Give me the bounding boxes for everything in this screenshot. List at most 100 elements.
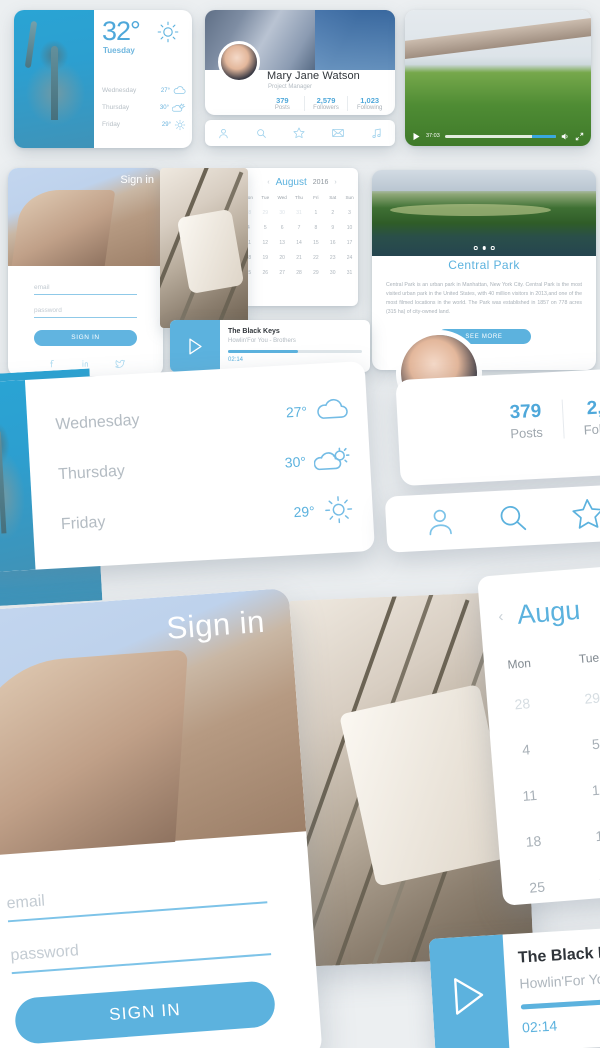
carousel-dots [473, 246, 495, 250]
volume-icon[interactable] [561, 132, 570, 141]
calendar-day[interactable]: 10 [341, 220, 358, 235]
calendar-day[interactable]: 31 [291, 205, 308, 220]
stat-followers: 2,579 Followers [303, 96, 348, 111]
facebook-icon[interactable] [47, 359, 56, 368]
calendar-day[interactable]: 19 [567, 810, 600, 861]
sun-cloud-icon [313, 446, 352, 474]
music-track: Howlin'For You - Brothers [228, 338, 296, 344]
chevron-left-icon[interactable]: ‹ [378, 262, 382, 277]
calendar-day[interactable]: 30 [324, 265, 341, 280]
person-icon[interactable] [424, 506, 456, 538]
calendar-day[interactable]: 19 [257, 250, 274, 265]
calendar-day[interactable]: 21 [291, 250, 308, 265]
calendar-day[interactable]: 14 [291, 235, 308, 250]
sun-icon [174, 119, 186, 131]
calendar-day[interactable]: 6 [274, 220, 291, 235]
cloud-icon [173, 86, 186, 95]
calendar-day[interactable]: 12 [257, 235, 274, 250]
star-icon[interactable] [570, 496, 600, 532]
calendar-month-large: Augu [516, 594, 582, 630]
calendar-card: chevron-left-icon ‹ August 2016 › Mon Tu… [240, 168, 358, 306]
calendar-day[interactable]: 9 [324, 220, 341, 235]
calendar-day[interactable]: 28 [486, 678, 559, 729]
music-progress-bar-large[interactable] [520, 996, 600, 1010]
calendar-week-row: 4 5 6 7 8 9 10 [240, 220, 358, 235]
stat-value: 1,023 [360, 96, 380, 105]
calendar-day[interactable]: 31 [341, 265, 358, 280]
calendar-day[interactable]: 28 [291, 265, 308, 280]
star-icon[interactable] [293, 127, 305, 139]
calendar-day[interactable]: 20 [274, 250, 291, 265]
liberty-photo [14, 10, 94, 148]
calendar-day[interactable]: 13 [274, 235, 291, 250]
calendar-day[interactable]: 26 [570, 856, 600, 906]
calendar-day[interactable]: 29 [555, 672, 600, 723]
calendar-day[interactable]: 27 [274, 265, 291, 280]
calendar-day[interactable]: 7 [291, 220, 308, 235]
person-icon[interactable] [218, 128, 229, 139]
calendar-day[interactable]: 23 [324, 250, 341, 265]
day-header: Sat [329, 195, 337, 200]
stat-value: 2,579 [586, 395, 600, 420]
signin-card: Sign in email password SIGN IN [8, 168, 163, 376]
password-field-large[interactable]: password [9, 928, 272, 975]
password-field[interactable]: password [34, 307, 137, 318]
calendar-day[interactable]: 3 [341, 205, 358, 220]
carousel-dot[interactable] [473, 246, 478, 250]
calendar-day[interactable]: 4 [489, 724, 562, 775]
play-icon[interactable] [412, 132, 421, 141]
envelope-icon[interactable] [332, 128, 344, 138]
calendar-day[interactable]: 2 [324, 205, 341, 220]
calendar-day[interactable]: 24 [341, 250, 358, 265]
video-progress-bar[interactable] [444, 134, 556, 138]
calendar-day[interactable]: 15 [307, 235, 324, 250]
video-controls: 37:03 [405, 126, 591, 146]
calendar-week-row: 25 26 27 28 29 30 31 [240, 265, 358, 280]
calendar-day[interactable]: 26 [257, 265, 274, 280]
music-progress-bar[interactable] [228, 350, 362, 353]
calendar-day[interactable]: 30 [274, 205, 291, 220]
calendar-day[interactable]: 1 [307, 205, 324, 220]
chevron-left-icon[interactable]: ‹ [498, 608, 504, 625]
calendar-day[interactable]: 8 [307, 220, 324, 235]
forecast-row: Friday 29° [102, 116, 186, 133]
twitter-icon[interactable] [114, 359, 125, 368]
music-note-icon[interactable] [371, 127, 382, 139]
calendar-day[interactable]: 12 [563, 764, 600, 815]
linkedin-icon[interactable] [81, 359, 90, 368]
weather-panel-large: Wednesday 27° Thursday 30° Friday 29° [0, 360, 375, 574]
stat-label: Followers [583, 419, 600, 438]
calendar-day[interactable]: 29 [257, 205, 274, 220]
day-header: Fri [313, 195, 319, 200]
stat-value: 2,579 [316, 96, 336, 105]
forecast-list: Wednesday 27° Thursday 30° Friday 29° [102, 82, 186, 133]
signin-button[interactable]: SIGN IN [34, 329, 137, 346]
forecast-day: Friday [102, 121, 121, 128]
calendar-day[interactable]: 25 [500, 861, 573, 905]
search-icon[interactable] [496, 501, 530, 535]
calendar-day[interactable]: 5 [559, 718, 600, 769]
signin-button-large[interactable]: SIGN IN [13, 980, 277, 1046]
fullscreen-icon[interactable] [575, 132, 584, 141]
central-park-title: Central Park [448, 258, 520, 272]
calendar-day[interactable]: 22 [307, 250, 324, 265]
chevron-right-icon[interactable]: › [586, 262, 590, 277]
music-artist: The Black Keys [228, 328, 280, 335]
calendar-day[interactable]: 11 [493, 770, 566, 821]
carousel-dot[interactable] [490, 246, 495, 250]
carousel-dot-active[interactable] [482, 246, 486, 250]
calendar-day[interactable]: 29 [307, 265, 324, 280]
day-header: Thu [295, 195, 303, 200]
stat-label: Following [357, 105, 383, 111]
email-field[interactable]: email [34, 284, 137, 295]
play-button-large[interactable] [428, 934, 510, 1048]
email-field-large[interactable]: email [6, 876, 268, 923]
chevron-right-icon[interactable]: › [334, 179, 336, 186]
play-button[interactable] [170, 320, 220, 372]
calendar-day[interactable]: 5 [257, 220, 274, 235]
calendar-day[interactable]: 17 [341, 235, 358, 250]
search-icon[interactable] [256, 128, 267, 139]
calendar-day[interactable]: 16 [324, 235, 341, 250]
calendar-day[interactable]: 18 [497, 816, 570, 867]
stat-label: Posts [509, 424, 544, 442]
